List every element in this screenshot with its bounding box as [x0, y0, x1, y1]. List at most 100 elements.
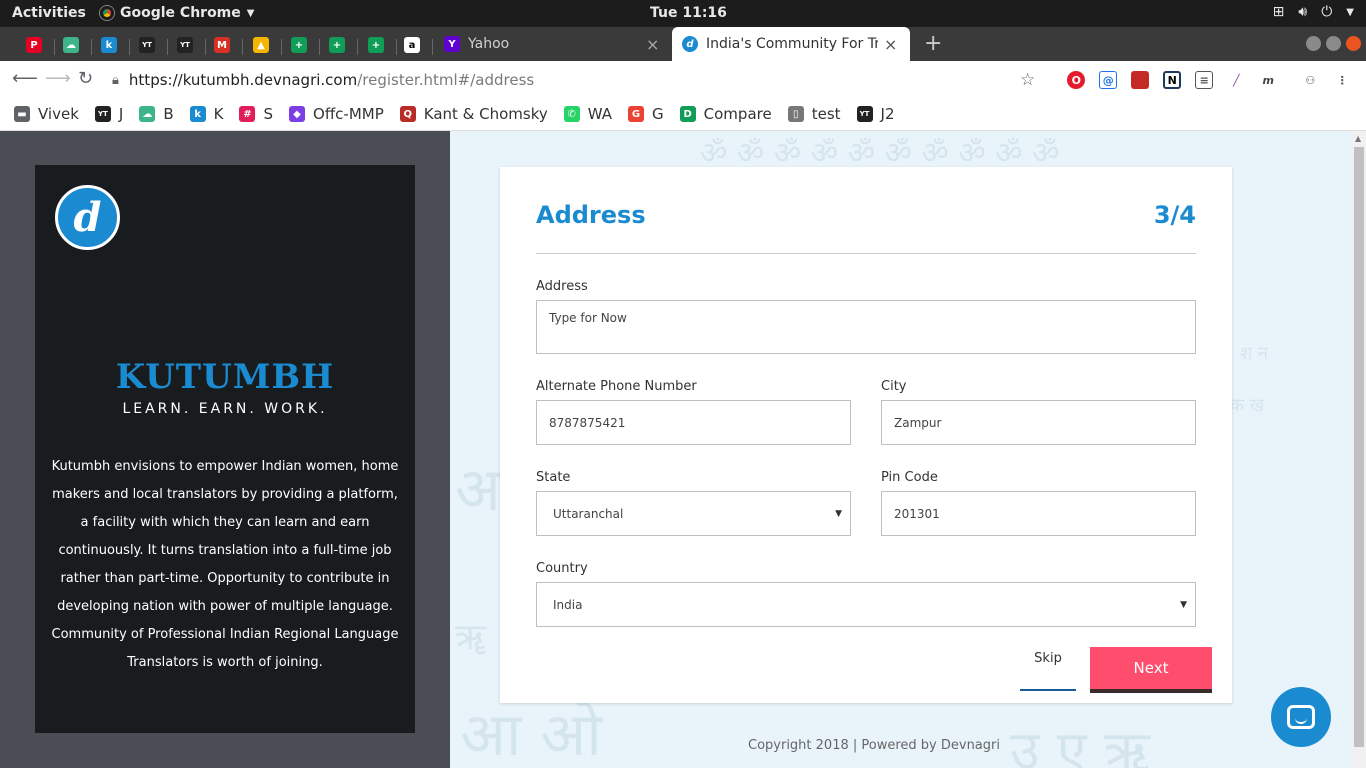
- pinned-tab[interactable]: +: [362, 33, 390, 57]
- slack-icon: #: [239, 106, 256, 122]
- page-scrollbar[interactable]: ▲: [1352, 131, 1366, 768]
- next-label: Next: [1133, 659, 1169, 677]
- pinned-tab[interactable]: ▲: [247, 33, 275, 57]
- scroll-up-icon[interactable]: ▲: [1355, 134, 1361, 143]
- bookmark-item[interactable]: # S: [239, 105, 273, 123]
- address-form: Address 3/4 Address Type for Now Alterna…: [500, 167, 1232, 703]
- pinned-tab[interactable]: YT: [133, 33, 161, 57]
- k-icon: k: [101, 37, 117, 53]
- pinned-tab[interactable]: +: [323, 33, 351, 57]
- bookmark-item[interactable]: ▬ Vivek: [14, 105, 79, 123]
- chevron-down-icon: ▼: [246, 7, 255, 19]
- bookmark-item[interactable]: ◆ Offc-MMP: [289, 105, 384, 123]
- pinned-tab[interactable]: ☁: [57, 33, 85, 57]
- extension-a-icon[interactable]: @: [1099, 71, 1118, 89]
- url-host: https://kutumbh.devnagri.com: [128, 71, 358, 89]
- watermark-text: अ: [455, 455, 501, 525]
- forward-button[interactable]: ⟶: [45, 68, 71, 89]
- city-label: City: [881, 379, 907, 394]
- opera-icon[interactable]: O: [1067, 71, 1086, 89]
- bookmark-item[interactable]: D Compare: [679, 105, 772, 123]
- folder-icon: ▬: [14, 106, 30, 122]
- bookmark-label: B: [163, 105, 174, 123]
- pinned-tab[interactable]: P: [20, 33, 48, 57]
- alt-phone-value: 8787875421: [549, 415, 626, 430]
- mmp-icon: ◆: [289, 106, 306, 122]
- tab-yahoo[interactable]: Y Yahoo ×: [438, 27, 672, 61]
- pincode-input[interactable]: 201301: [881, 491, 1196, 536]
- tab-active[interactable]: d India's Community For Tra ×: [672, 27, 910, 61]
- bookmarks-bar: ▬ Vivek YT J ☁ B k K # S ◆ Offc-MMP Q Kant & Chomsky ✆…: [0, 98, 1366, 131]
- pinned-tab[interactable]: M: [208, 33, 236, 57]
- bookmark-label: Offc-MMP: [313, 105, 384, 123]
- os-top-bar: Activities Google Chrome ▼ Tue 11:16 ⊞ 🔊…: [0, 0, 1366, 27]
- pen-icon[interactable]: ╱: [1227, 71, 1246, 89]
- minimize-button[interactable]: [1306, 36, 1321, 51]
- city-value: Zampur: [894, 415, 942, 430]
- activities-button[interactable]: Activities: [12, 5, 86, 21]
- bookmark-item[interactable]: ☁ B: [139, 105, 174, 123]
- bookmark-item[interactable]: YT J: [94, 105, 123, 123]
- system-tray[interactable]: ⊞ 🔊︎ ⏻ ▼: [1273, 4, 1354, 20]
- yt-icon: YT: [856, 106, 873, 122]
- clock[interactable]: Tue 11:16: [650, 5, 727, 21]
- bookmark-item[interactable]: kK: [189, 105, 223, 123]
- tab-separator: [319, 39, 320, 55]
- book-icon[interactable]: [1131, 71, 1150, 89]
- bookmark-item[interactable]: Q Kant & Chomsky: [399, 105, 548, 123]
- bookmark-item[interactable]: ✆ WA: [563, 105, 612, 123]
- reload-button[interactable]: ↻: [78, 68, 93, 89]
- tagline: LEARN. EARN. WORK.: [122, 401, 328, 417]
- menu-icon[interactable]: ⋮: [1333, 71, 1352, 89]
- next-button[interactable]: Next: [1090, 647, 1212, 693]
- close-window-button[interactable]: [1346, 36, 1361, 51]
- page-icon: ▯: [787, 106, 804, 122]
- url-path: /register.html#/address: [357, 71, 535, 89]
- city-input[interactable]: Zampur: [881, 400, 1196, 445]
- chevron-down-icon: ▼: [835, 508, 842, 519]
- gmail-icon: M: [214, 37, 230, 53]
- close-icon[interactable]: ×: [884, 35, 897, 54]
- pinned-tab[interactable]: YT: [171, 33, 199, 57]
- sheets-icon: +: [368, 37, 384, 53]
- country-select[interactable]: India ▼: [536, 582, 1196, 627]
- watermark-text: ॐ ॐ ॐ ॐ ॐ ॐ ॐ ॐ ॐ ॐ: [700, 136, 1060, 171]
- yt-icon: YT: [94, 106, 111, 122]
- pinned-tab[interactable]: a: [398, 33, 426, 57]
- power-icon: ⏻: [1321, 4, 1333, 20]
- extension-icons: ☆ O @ N ≡ ╱ m ⚇ ⋮: [1020, 70, 1352, 90]
- yahoo-icon: Y: [444, 36, 460, 52]
- step-indicator: 3/4: [1153, 201, 1196, 229]
- alt-phone-input[interactable]: 8787875421: [536, 400, 851, 445]
- notes-icon[interactable]: ≡: [1195, 71, 1214, 89]
- pinned-tab[interactable]: +: [285, 33, 313, 57]
- intro-card: d KUTUMBH LEARN. EARN. WORK. Kutumbh env…: [35, 165, 415, 733]
- devnagri-logo: d: [55, 185, 120, 250]
- app-menu[interactable]: Google Chrome ▼: [100, 5, 254, 21]
- skip-underline: [1020, 689, 1076, 691]
- pincode-value: 201301: [894, 506, 940, 521]
- address-label: Address: [536, 279, 588, 294]
- bookmark-label: test: [811, 105, 841, 123]
- bookmark-item[interactable]: ▯ test: [787, 105, 841, 123]
- address-textarea[interactable]: Type for Now: [536, 300, 1196, 354]
- close-icon[interactable]: ×: [646, 35, 659, 54]
- chat-launcher-button[interactable]: [1271, 687, 1331, 747]
- incognito-icon[interactable]: ⚇: [1301, 71, 1320, 89]
- skip-button[interactable]: Skip: [1020, 651, 1076, 666]
- address-bar[interactable]: 🔒︎ https://kutumbh.devnagri.com /registe…: [112, 65, 1022, 95]
- state-select[interactable]: Uttaranchal ▼: [536, 491, 851, 536]
- bookmark-item[interactable]: YT J2: [856, 105, 894, 123]
- n-icon[interactable]: N: [1163, 71, 1182, 89]
- k-icon: k: [189, 106, 206, 122]
- bookmark-item[interactable]: GG: [628, 105, 664, 123]
- new-tab-button[interactable]: +: [924, 31, 942, 56]
- cloud-icon: ☁: [63, 37, 79, 53]
- maximize-button[interactable]: [1326, 36, 1341, 51]
- scrollbar-thumb[interactable]: [1354, 147, 1364, 747]
- pinned-tab[interactable]: k: [95, 33, 123, 57]
- back-button[interactable]: ⟵: [12, 68, 38, 89]
- m-icon[interactable]: m: [1259, 71, 1278, 89]
- star-icon[interactable]: ☆: [1020, 70, 1035, 90]
- tab-separator: [281, 39, 282, 55]
